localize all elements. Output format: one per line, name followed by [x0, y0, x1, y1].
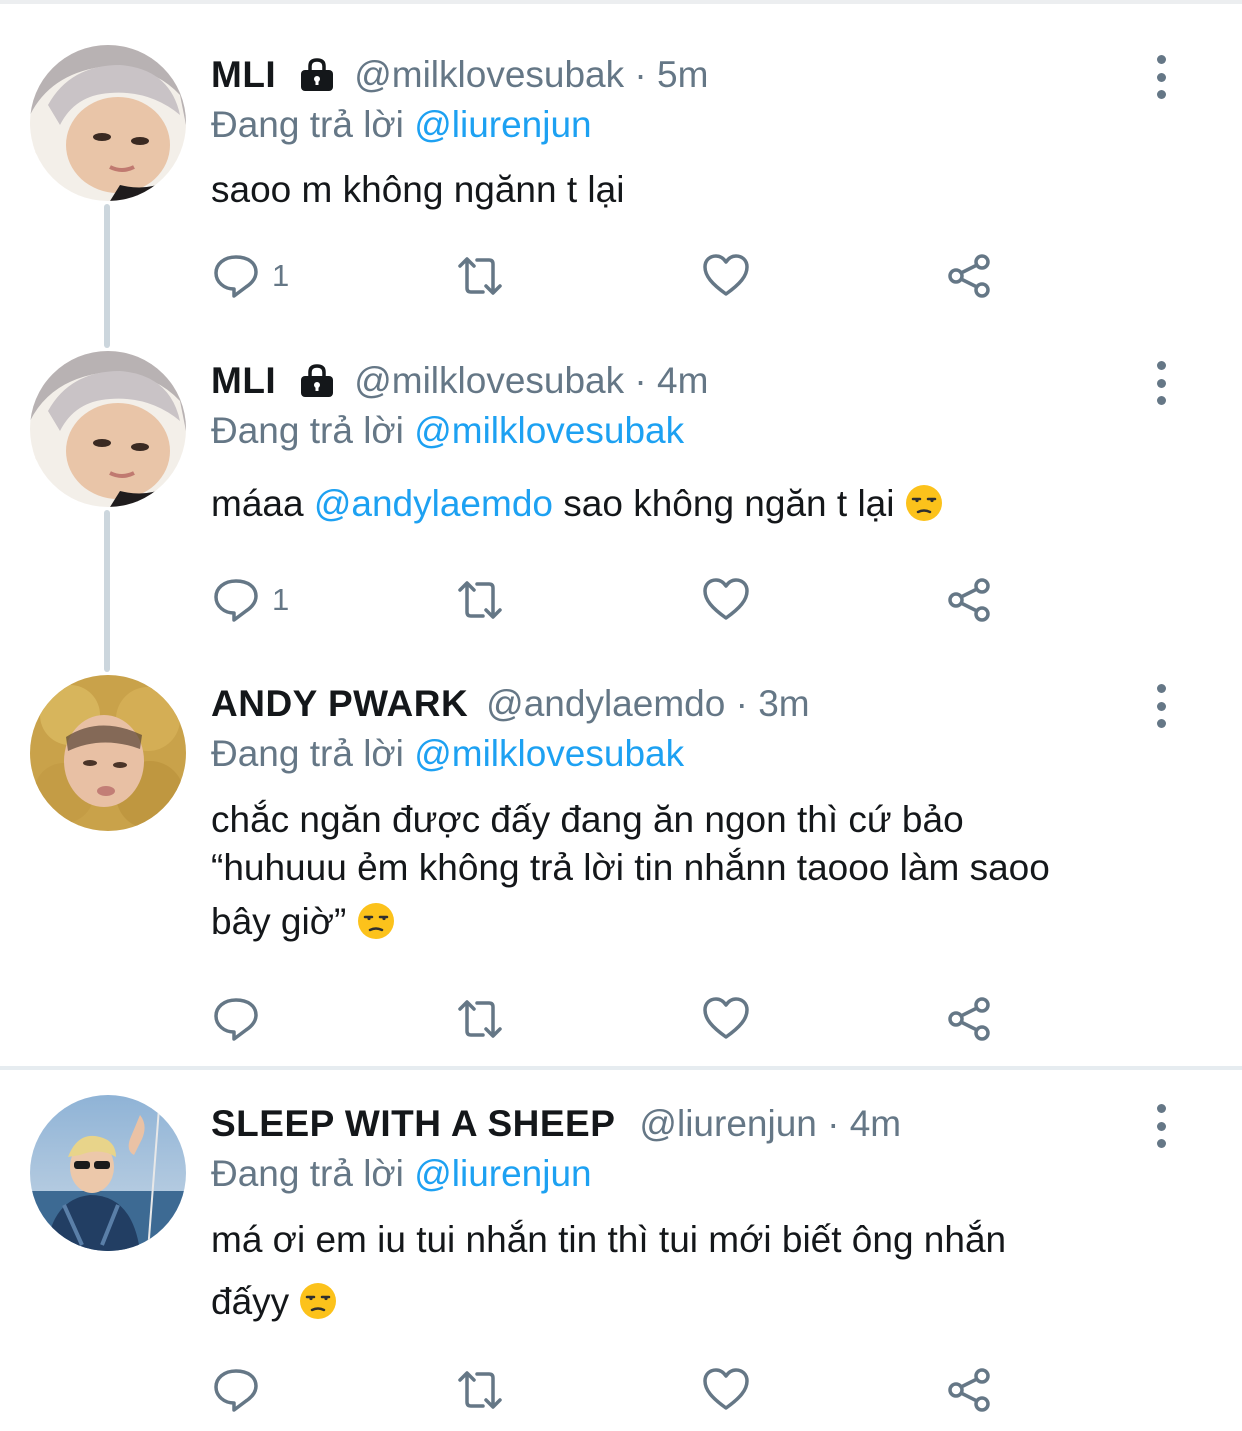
unamused-face-emoji	[357, 903, 394, 939]
tweet-text-line: “huhuuu ẻm không trả lời tin nhắnn taooo…	[211, 847, 1050, 888]
avatar[interactable]	[30, 1095, 186, 1251]
share-button[interactable]	[946, 251, 994, 301]
tweet-text-before: máaa	[211, 483, 304, 524]
reply-button[interactable]	[212, 1365, 272, 1415]
tweet-header: SLEEP WITH A SHEEP @liurenjun · 4m	[211, 1100, 901, 1148]
reply-prefix: Đang trả lời	[211, 733, 404, 774]
reply-button[interactable]	[212, 994, 272, 1044]
display-name[interactable]: ANDY PWARK	[211, 683, 468, 725]
tweet-header: ANDY PWARK @andylaemdo · 3m	[211, 680, 810, 728]
tweet-text-line: đấyy	[211, 1281, 290, 1322]
more-vertical-icon[interactable]	[1146, 55, 1176, 99]
reply-count: 1	[272, 582, 290, 617]
tweet-actions	[0, 994, 1242, 1044]
retweet-button[interactable]	[456, 1365, 504, 1415]
tweet-text: saoo m không ngănn t lại	[211, 166, 1191, 214]
heart-icon	[703, 997, 749, 1039]
heart-icon	[703, 578, 749, 620]
handle-and-time[interactable]: @andylaemdo · 3m	[486, 683, 809, 725]
handle-and-time[interactable]: @milklovesubak · 4m	[354, 360, 708, 402]
lock-icon	[301, 58, 334, 91]
like-button[interactable]	[702, 1365, 750, 1415]
reply-button[interactable]: 1	[212, 575, 289, 625]
reply-to-mention[interactable]: @liurenjun	[414, 1153, 591, 1194]
replying-to: Đang trả lời @milklovesubak	[211, 733, 684, 775]
tweet-text-line-wrap: đấyy	[211, 1278, 1191, 1326]
heart-icon	[703, 1368, 749, 1410]
like-button[interactable]	[702, 575, 750, 625]
text-mention[interactable]: @andylaemdo	[314, 483, 553, 524]
handle-and-time[interactable]: @milklovesubak · 5m	[354, 54, 708, 96]
reply-to-mention[interactable]: @milklovesubak	[414, 733, 684, 774]
handle-and-time[interactable]: @liurenjun · 4m	[639, 1103, 901, 1145]
reply-to-mention[interactable]: @milklovesubak	[414, 410, 684, 451]
tweet[interactable]: SLEEP WITH A SHEEP @liurenjun · 4m Đang …	[0, 1050, 1242, 1431]
share-icon	[948, 254, 990, 298]
share-button[interactable]	[946, 575, 994, 625]
avatar[interactable]	[30, 675, 186, 831]
tweet-text: máaa @andylaemdo sao không ngăn t lại	[211, 480, 1191, 528]
comment-icon	[214, 579, 258, 622]
tweet[interactable]: ANDY PWARK @andylaemdo · 3m Đang trả lời…	[0, 630, 1242, 1064]
reply-prefix: Đang trả lời	[211, 104, 404, 145]
comment-icon	[214, 255, 258, 298]
like-button[interactable]	[702, 994, 750, 1044]
comment-icon	[214, 1369, 258, 1412]
tweet-actions: 1	[0, 575, 1242, 625]
reply-count: 1	[272, 258, 290, 293]
tweet-header: MLI @milklovesubak · 4m	[211, 357, 708, 405]
lock-icon	[301, 364, 334, 397]
retweet-button[interactable]	[456, 251, 504, 301]
unamused-face-emoji	[300, 1283, 337, 1319]
avatar[interactable]	[30, 351, 186, 507]
more-vertical-icon[interactable]	[1146, 361, 1176, 405]
display-name[interactable]: MLI	[211, 360, 276, 402]
more-vertical-icon[interactable]	[1146, 1104, 1176, 1148]
heart-icon	[703, 254, 749, 296]
tweet-text-content: saoo m không ngănn t lại	[211, 169, 625, 210]
retweet-button[interactable]	[456, 575, 504, 625]
tweet-text: má ơi em iu tui nhắn tin thì tui mới biế…	[211, 1216, 1191, 1326]
retweet-button[interactable]	[456, 994, 504, 1044]
tweet-text-line-wrap: bây giờ”	[211, 898, 1191, 946]
share-icon	[948, 997, 990, 1041]
retweet-icon	[458, 581, 502, 619]
tweet-header: MLI @milklovesubak · 5m	[211, 51, 708, 99]
retweet-icon	[458, 257, 502, 295]
tweet[interactable]: MLI @milklovesubak · 5m Đang trả lời @li…	[0, 0, 1242, 330]
tweet-text: chắc ngăn được đấy đang ăn ngon thì cứ b…	[211, 796, 1191, 946]
replying-to: Đang trả lời @liurenjun	[211, 104, 592, 146]
tweet[interactable]: MLI @milklovesubak · 4m Đang trả lời @mi…	[0, 306, 1242, 646]
reply-to-mention[interactable]: @liurenjun	[414, 104, 591, 145]
display-name[interactable]: SLEEP WITH A SHEEP	[211, 1103, 615, 1145]
unamused-face-emoji	[905, 485, 942, 521]
replying-to: Đang trả lời @liurenjun	[211, 1153, 592, 1195]
more-vertical-icon[interactable]	[1146, 684, 1176, 728]
replying-to: Đang trả lời @milklovesubak	[211, 410, 684, 452]
share-icon	[948, 1368, 990, 1412]
share-button[interactable]	[946, 1365, 994, 1415]
display-name[interactable]: MLI	[211, 54, 276, 96]
tweet-text-line: chắc ngăn được đấy đang ăn ngon thì cứ b…	[211, 799, 964, 840]
tweet-text-after: sao không ngăn t lại	[563, 483, 895, 524]
reply-prefix: Đang trả lời	[211, 410, 404, 451]
like-button[interactable]	[702, 251, 750, 301]
tweet-text-line: má ơi em iu tui nhắn tin thì tui mới biế…	[211, 1219, 1007, 1260]
reply-button[interactable]: 1	[212, 251, 289, 301]
tweet-actions: 1	[0, 251, 1242, 301]
share-icon	[948, 578, 990, 622]
reply-prefix: Đang trả lời	[211, 1153, 404, 1194]
tweet-text-line: bây giờ”	[211, 901, 347, 942]
retweet-icon	[458, 1371, 502, 1409]
avatar[interactable]	[30, 45, 186, 201]
tweet-actions	[0, 1365, 1242, 1415]
comment-icon	[214, 998, 258, 1041]
share-button[interactable]	[946, 994, 994, 1044]
retweet-icon	[458, 1000, 502, 1038]
